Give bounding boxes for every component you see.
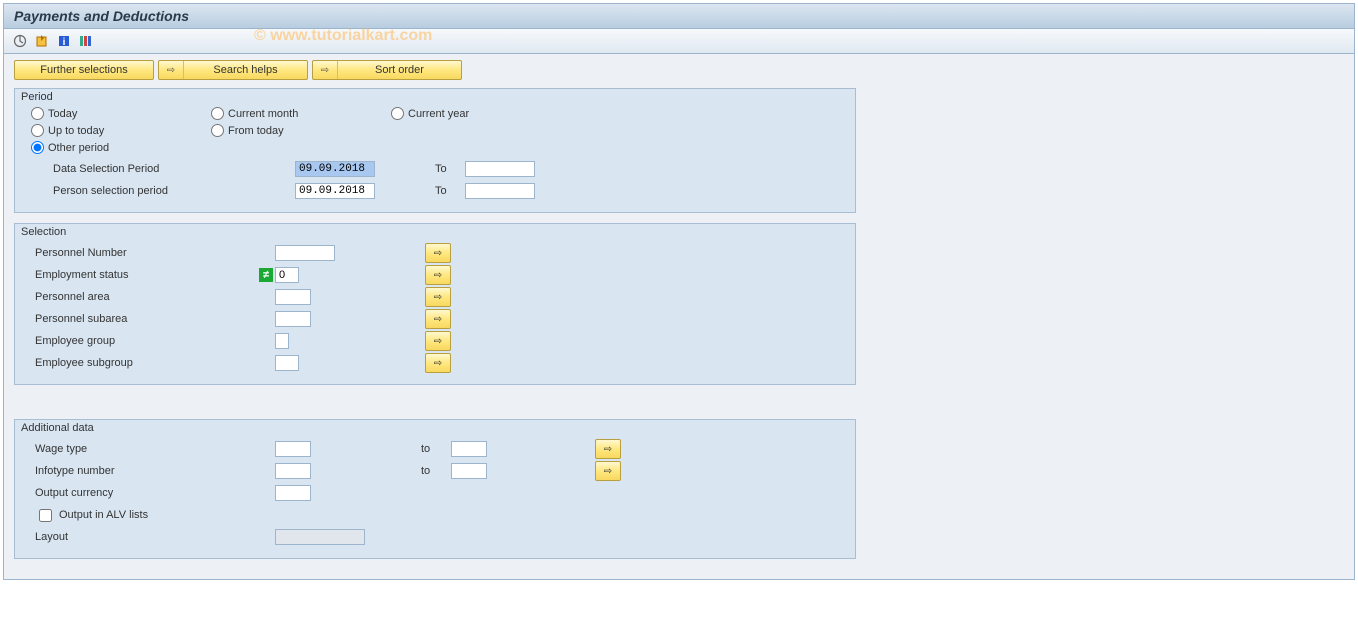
employee-group-multiselect-button[interactable]: ⇨ bbox=[425, 331, 451, 351]
person-selection-from-input[interactable] bbox=[295, 183, 375, 199]
title-bar: Payments and Deductions bbox=[4, 4, 1354, 29]
period-group: Period Today Current month Current year … bbox=[14, 88, 856, 213]
search-helps-label: Search helps bbox=[184, 64, 307, 76]
svg-text:i: i bbox=[63, 37, 66, 48]
radio-today-label: Today bbox=[48, 108, 77, 120]
get-variant-icon[interactable] bbox=[34, 33, 50, 49]
additional-data-group-title: Additional data bbox=[21, 420, 94, 434]
search-helps-button[interactable]: ⇨ Search helps bbox=[158, 60, 308, 80]
personnel-area-label: Personnel area bbox=[25, 291, 245, 303]
radio-current-month[interactable] bbox=[211, 107, 224, 120]
data-selection-from-input[interactable] bbox=[295, 161, 375, 177]
app-toolbar: i © www.tutorialkart.com bbox=[4, 29, 1354, 54]
output-currency-label: Output currency bbox=[25, 487, 245, 499]
infotype-number-to-label: to bbox=[421, 465, 451, 477]
selection-group-title: Selection bbox=[21, 224, 66, 238]
wage-type-label: Wage type bbox=[25, 443, 245, 455]
infotype-number-label: Infotype number bbox=[25, 465, 245, 477]
personnel-subarea-label: Personnel subarea bbox=[25, 313, 245, 325]
person-selection-to-label: To bbox=[435, 185, 465, 197]
infotype-number-from-input[interactable] bbox=[275, 463, 311, 479]
wage-type-to-input[interactable] bbox=[451, 441, 487, 457]
output-currency-input[interactable] bbox=[275, 485, 311, 501]
personnel-subarea-input[interactable] bbox=[275, 311, 311, 327]
radio-up-to-today[interactable] bbox=[31, 124, 44, 137]
output-alv-checkbox[interactable] bbox=[39, 509, 52, 522]
arrow-right-icon: ⇨ bbox=[313, 61, 338, 79]
wage-type-to-label: to bbox=[421, 443, 451, 455]
employee-subgroup-input[interactable] bbox=[275, 355, 299, 371]
page-title: Payments and Deductions bbox=[14, 8, 1344, 24]
sort-order-button[interactable]: ⇨ Sort order bbox=[312, 60, 462, 80]
employee-subgroup-multiselect-button[interactable]: ⇨ bbox=[425, 353, 451, 373]
sort-order-label: Sort order bbox=[338, 64, 461, 76]
selection-toolbar: Further selections ⇨ Search helps ⇨ Sort… bbox=[4, 54, 1354, 84]
further-selections-label: Further selections bbox=[40, 64, 127, 76]
personnel-area-multiselect-button[interactable]: ⇨ bbox=[425, 287, 451, 307]
personnel-area-input[interactable] bbox=[275, 289, 311, 305]
org-structure-icon[interactable] bbox=[78, 33, 94, 49]
personnel-number-multiselect-button[interactable]: ⇨ bbox=[425, 243, 451, 263]
radio-current-month-label: Current month bbox=[228, 108, 298, 120]
wage-type-multiselect-button[interactable]: ⇨ bbox=[595, 439, 621, 459]
person-selection-to-input[interactable] bbox=[465, 183, 535, 199]
employment-status-multiselect-button[interactable]: ⇨ bbox=[425, 265, 451, 285]
layout-label: Layout bbox=[25, 531, 245, 543]
radio-current-year[interactable] bbox=[391, 107, 404, 120]
personnel-number-input[interactable] bbox=[275, 245, 335, 261]
period-group-title: Period bbox=[21, 89, 53, 103]
radio-up-to-today-label: Up to today bbox=[48, 125, 104, 137]
watermark: © www.tutorialkart.com bbox=[254, 27, 432, 45]
execute-icon[interactable] bbox=[12, 33, 28, 49]
radio-today[interactable] bbox=[31, 107, 44, 120]
employment-status-input[interactable] bbox=[275, 267, 299, 283]
radio-from-today[interactable] bbox=[211, 124, 224, 137]
radio-current-year-label: Current year bbox=[408, 108, 469, 120]
radio-from-today-label: From today bbox=[228, 125, 284, 137]
radio-other-period[interactable] bbox=[31, 141, 44, 154]
info-icon[interactable]: i bbox=[56, 33, 72, 49]
data-selection-to-input[interactable] bbox=[465, 161, 535, 177]
wage-type-from-input[interactable] bbox=[275, 441, 311, 457]
data-selection-to-label: To bbox=[435, 163, 465, 175]
personnel-subarea-multiselect-button[interactable]: ⇨ bbox=[425, 309, 451, 329]
person-selection-period-label: Person selection period bbox=[25, 185, 245, 197]
not-equal-icon[interactable]: ≠ bbox=[259, 268, 273, 282]
arrow-right-icon: ⇨ bbox=[159, 61, 184, 79]
infotype-number-to-input[interactable] bbox=[451, 463, 487, 479]
personnel-number-label: Personnel Number bbox=[25, 247, 245, 259]
further-selections-button[interactable]: Further selections bbox=[14, 60, 154, 80]
layout-input[interactable] bbox=[275, 529, 365, 545]
radio-other-period-label: Other period bbox=[48, 142, 109, 154]
selection-group: Selection Personnel Number ⇨ Employment … bbox=[14, 223, 856, 385]
infotype-number-multiselect-button[interactable]: ⇨ bbox=[595, 461, 621, 481]
additional-data-group: Additional data Wage type to ⇨ Infotype … bbox=[14, 419, 856, 559]
employee-group-label: Employee group bbox=[25, 335, 245, 347]
data-selection-period-label: Data Selection Period bbox=[25, 163, 245, 175]
output-alv-label: Output in ALV lists bbox=[59, 509, 148, 521]
employment-status-label: Employment status bbox=[25, 269, 245, 281]
employee-group-input[interactable] bbox=[275, 333, 289, 349]
employee-subgroup-label: Employee subgroup bbox=[25, 357, 245, 369]
